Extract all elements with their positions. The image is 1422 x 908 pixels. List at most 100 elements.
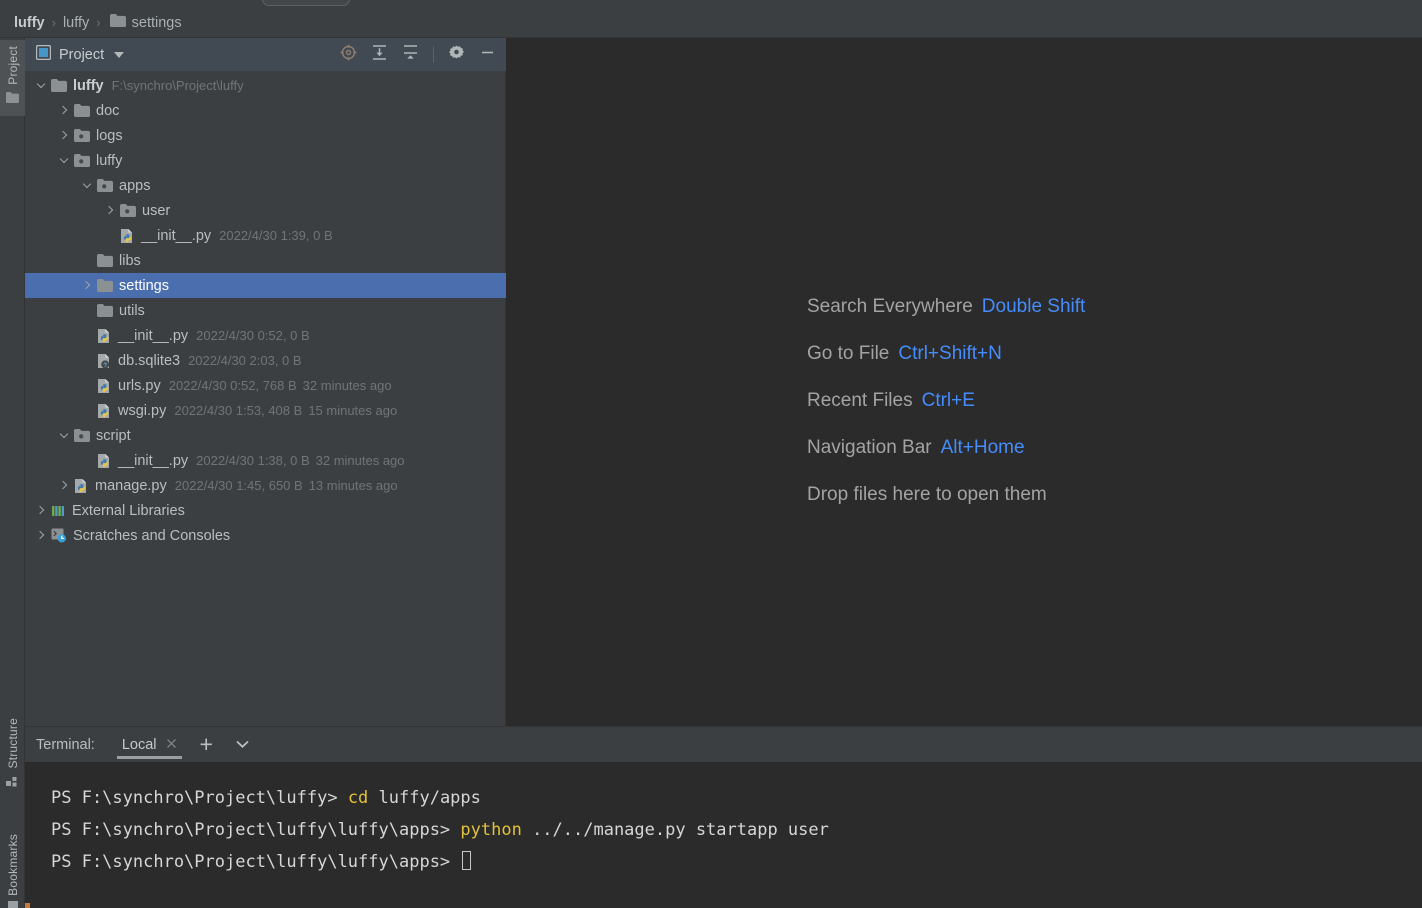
- project-panel-header: Project: [25, 38, 506, 71]
- chevron-right-icon[interactable]: [58, 104, 71, 117]
- breadcrumb-item[interactable]: luffy: [63, 15, 89, 31]
- tree-row[interactable]: luffy: [25, 148, 506, 173]
- breadcrumb-separator: ›: [51, 15, 56, 30]
- editor-empty-area[interactable]: Search Everywhere Double Shift Go to File C…: [506, 38, 1422, 726]
- chevron-down-icon[interactable]: [114, 51, 125, 58]
- chevron-right-icon[interactable]: [104, 204, 117, 217]
- tree-item-label: logs: [96, 127, 123, 144]
- tree-row[interactable]: External Libraries: [25, 498, 506, 523]
- collapse-all-icon[interactable]: [402, 44, 419, 66]
- tree-row[interactable]: __init__.py 2022/4/30 0:52, 0 B: [25, 323, 506, 348]
- folder-icon: [97, 304, 113, 317]
- terminal-line: PS F:\synchro\Project\luffy\luffy\apps> …: [51, 814, 1422, 846]
- tree-item-label: doc: [96, 102, 120, 119]
- terminal-tab-label: Local: [121, 736, 157, 753]
- chevron-right-icon[interactable]: [35, 504, 48, 517]
- terminal-prompt: PS F:\synchro\Project\luffy\luffy\apps>: [51, 820, 461, 840]
- tree-row[interactable]: wsgi.py 2022/4/30 1:53, 408 B 15 minutes a…: [25, 398, 506, 423]
- project-panel-title: Project: [59, 46, 105, 63]
- terminal-output[interactable]: PS F:\synchro\Project\luffy> cd luffy/ap…: [25, 762, 1422, 908]
- tree-row[interactable]: Scratches and Consoles: [25, 523, 506, 548]
- plus-icon[interactable]: +: [200, 733, 213, 756]
- tree-row[interactable]: urls.py 2022/4/30 0:52, 768 B 32 minutes a…: [25, 373, 506, 398]
- terminal-tab-underline: [116, 756, 182, 759]
- tree-item-label: libs: [119, 252, 141, 269]
- sidebar-item-bookmarks[interactable]: Bookmarks: [0, 834, 25, 908]
- tree-item-meta: 2022/4/30 1:39, 0 B: [219, 228, 333, 243]
- tree-item-modified: 32 minutes ago: [315, 453, 405, 468]
- tree-row[interactable]: logs: [25, 123, 506, 148]
- sidebar-item-project[interactable]: Project: [0, 40, 25, 116]
- chevron-down-icon[interactable]: [235, 736, 250, 754]
- tree-row[interactable]: __init__.py 2022/4/30 1:39, 0 B: [25, 223, 506, 248]
- tree-row[interactable]: manage.py 2022/4/30 1:45, 650 B 13 minutes…: [25, 473, 506, 498]
- python-file-icon: [97, 328, 112, 344]
- folder-source-icon: [74, 129, 90, 142]
- breadcrumb-item[interactable]: luffy: [14, 15, 45, 31]
- chevron-right-icon[interactable]: [58, 129, 71, 142]
- project-tool-window: Project luffy F:\synchro\Project\luffy d…: [25, 38, 506, 726]
- chevron-right-icon[interactable]: [81, 279, 94, 292]
- chevron-right-icon[interactable]: [58, 479, 71, 492]
- tree-item-label: Scratches and Consoles: [73, 527, 231, 544]
- terminal-tab-local[interactable]: Local: [113, 727, 186, 763]
- breadcrumb-separator: ›: [96, 15, 101, 30]
- folder-source-icon: [97, 179, 113, 192]
- chevron-down-icon[interactable]: [81, 179, 94, 192]
- tree-row[interactable]: user: [25, 198, 506, 223]
- chevron-down-icon[interactable]: [35, 79, 48, 92]
- tree-row[interactable]: apps: [25, 173, 506, 198]
- sidebar-item-bookmarks-label: Bookmarks: [5, 834, 20, 896]
- editor-hint-shortcut: Alt+Home: [940, 437, 1025, 458]
- breadcrumb-item[interactable]: settings: [132, 15, 182, 31]
- terminal-cursor: [462, 851, 472, 870]
- editor-hint-label: Drop files here to open them: [807, 484, 1047, 505]
- tree-row[interactable]: __init__.py 2022/4/30 1:38, 0 B 32 minutes…: [25, 448, 506, 473]
- editor-hint-label: Search Everywhere: [807, 296, 973, 317]
- select-opened-file-icon[interactable]: [340, 44, 357, 66]
- folder-icon: [6, 90, 19, 108]
- pycharm-window: luffy › luffy › settings Project Structure B…: [0, 0, 1422, 908]
- breadcrumb: luffy › luffy › settings: [0, 8, 1422, 38]
- tree-item-meta: 2022/4/30 1:38, 0 B: [196, 453, 310, 468]
- editor-hint-label: Navigation Bar: [807, 437, 932, 458]
- sidebar-item-structure[interactable]: Structure: [0, 718, 25, 792]
- tree-row[interactable]: luffy F:\synchro\Project\luffy: [25, 73, 506, 98]
- settings-gear-icon[interactable]: [448, 44, 465, 66]
- tree-item-label: utils: [119, 302, 145, 319]
- tree-row[interactable]: script: [25, 423, 506, 448]
- expand-all-icon[interactable]: [371, 44, 388, 66]
- python-file-icon: [97, 453, 112, 469]
- close-icon[interactable]: [166, 736, 177, 754]
- python-file-icon: [74, 478, 89, 494]
- terminal-line: PS F:\synchro\Project\luffy\luffy\apps>: [51, 846, 1422, 878]
- chevron-down-icon[interactable]: [58, 154, 71, 167]
- tree-row[interactable]: doc: [25, 98, 506, 123]
- top-toolbar-widget[interactable]: [262, 0, 350, 6]
- terminal-args: luffy/apps: [368, 788, 481, 808]
- tree-item-meta: 2022/4/30 1:53, 408 B: [174, 403, 303, 418]
- terminal-line: PS F:\synchro\Project\luffy> cd luffy/ap…: [51, 782, 1422, 814]
- terminal-header: Terminal: Local +: [25, 726, 1422, 762]
- chevron-right-icon[interactable]: [35, 529, 48, 542]
- structure-icon: [6, 774, 19, 792]
- chevron-down-icon[interactable]: [58, 429, 71, 442]
- tree-item-label: __init__.py: [118, 327, 189, 344]
- hide-panel-icon[interactable]: [479, 44, 496, 66]
- tree-row[interactable]: libs: [25, 248, 506, 273]
- left-tool-strip: Project Structure Bookmarks: [0, 38, 25, 908]
- scratches-icon: [51, 528, 67, 543]
- tree-row[interactable]: settings: [25, 273, 506, 298]
- project-tree[interactable]: luffy F:\synchro\Project\luffy doc logs luff…: [25, 71, 506, 726]
- top-strip: [0, 0, 1422, 8]
- tree-row[interactable]: ? db.sqlite3 2022/4/30 2:03, 0 B: [25, 348, 506, 373]
- editor-hint-label: Recent Files: [807, 390, 913, 411]
- folder-icon: [109, 13, 126, 32]
- unknown-file-icon: ?: [97, 353, 112, 369]
- editor-hint: Search Everywhere Double Shift: [807, 296, 1085, 318]
- bookmark-icon: [7, 900, 19, 908]
- tree-item-label: wsgi.py: [118, 402, 167, 419]
- tree-row[interactable]: utils: [25, 298, 506, 323]
- sidebar-item-structure-label: Structure: [5, 718, 20, 769]
- tree-item-meta: F:\synchro\Project\luffy: [111, 78, 244, 93]
